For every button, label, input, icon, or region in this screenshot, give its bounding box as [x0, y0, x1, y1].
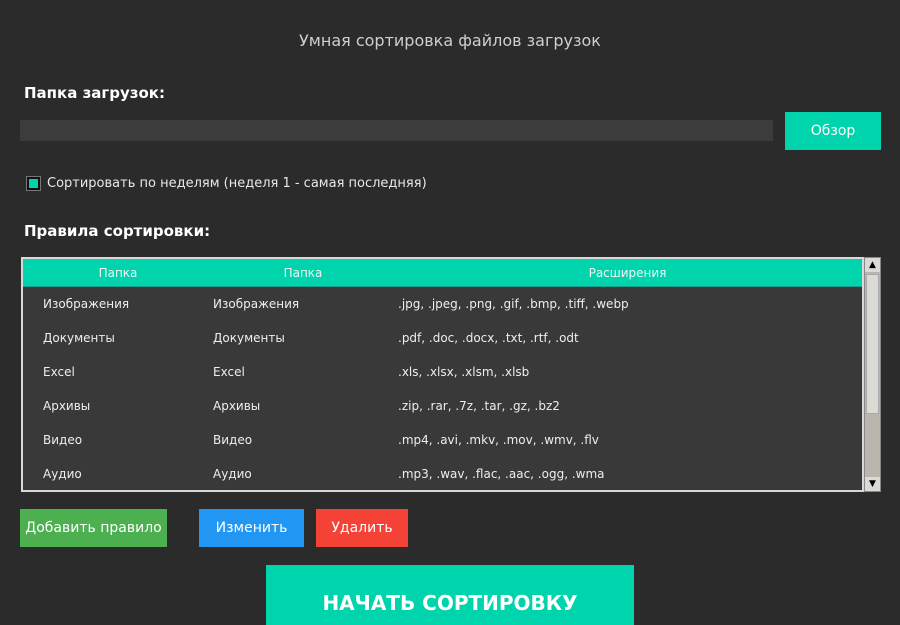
- extensions-cell: .pdf, .doc, .docx, .txt, .rtf, .odt: [398, 331, 579, 345]
- window-title: Умная сортировка файлов загрузок: [299, 31, 601, 50]
- folder-path-input[interactable]: [20, 120, 773, 141]
- extensions-cell: .jpg, .jpeg, .png, .gif, .bmp, .tiff, .w…: [398, 297, 629, 311]
- column-header-extensions[interactable]: Расширения: [393, 266, 862, 280]
- source-folder-cell: Архивы: [43, 399, 91, 413]
- source-folder-cell: Документы: [43, 331, 115, 345]
- browse-button[interactable]: Обзор: [785, 112, 881, 150]
- table-row[interactable]: Excel Excel .xls, .xlsx, .xlsm, .xlsb: [23, 355, 862, 389]
- target-folder-cell: Excel: [213, 365, 245, 379]
- extensions-cell: .zip, .rar, .7z, .tar, .gz, .bz2: [398, 399, 560, 413]
- target-folder-cell: Видео: [213, 433, 253, 447]
- table-scrollbar[interactable]: ▲ ▼: [864, 257, 881, 492]
- rules-label: Правила сортировки:: [24, 222, 211, 240]
- target-folder-cell: Архивы: [213, 399, 261, 413]
- table-header: Папка Папка Расширения: [23, 259, 862, 287]
- table-row[interactable]: Изображения Изображения .jpg, .jpeg, .png,…: [23, 287, 862, 321]
- source-folder-cell: Excel: [43, 365, 75, 379]
- rules-table: Папка Папка Расширения Изображения Изобра…: [21, 257, 864, 492]
- target-folder-cell: Изображения: [213, 297, 300, 311]
- target-folder-cell: Аудио: [213, 467, 252, 481]
- edit-rule-button[interactable]: Изменить: [199, 509, 304, 547]
- table-row[interactable]: Аудио Аудио .mp3, .wav, .flac, .aac, .ogg,…: [23, 457, 862, 490]
- extensions-cell: .mp4, .avi, .mkv, .mov, .wmv, .flv: [398, 433, 599, 447]
- column-header-folder-target[interactable]: Папка: [213, 266, 393, 280]
- table-row[interactable]: Архивы Архивы .zip, .rar, .7z, .tar, .gz, …: [23, 389, 862, 423]
- scroll-up-icon[interactable]: ▲: [865, 258, 880, 272]
- source-folder-cell: Видео: [43, 433, 83, 447]
- table-row[interactable]: Документы Документы .pdf, .doc, .docx, .tx…: [23, 321, 862, 355]
- source-folder-cell: Аудио: [43, 467, 82, 481]
- source-folder-cell: Изображения: [43, 297, 130, 311]
- sort-by-weeks-checkbox[interactable]: [26, 176, 41, 191]
- scroll-down-icon[interactable]: ▼: [865, 477, 880, 491]
- target-folder-cell: Документы: [213, 331, 285, 345]
- column-header-folder[interactable]: Папка: [23, 266, 213, 280]
- scroll-thumb[interactable]: [866, 274, 879, 414]
- add-rule-button[interactable]: Добавить правило: [20, 509, 167, 547]
- sort-by-weeks-label[interactable]: Сортировать по неделям (неделя 1 - самая…: [47, 176, 427, 191]
- delete-rule-button[interactable]: Удалить: [316, 509, 408, 547]
- table-row[interactable]: Видео Видео .mp4, .avi, .mkv, .mov, .wmv, …: [23, 423, 862, 457]
- extensions-cell: .mp3, .wav, .flac, .aac, .ogg, .wma: [398, 467, 605, 481]
- folder-label: Папка загрузок:: [24, 84, 165, 102]
- start-sorting-button[interactable]: НАЧАТЬ СОРТИРОВКУ: [266, 565, 634, 625]
- extensions-cell: .xls, .xlsx, .xlsm, .xlsb: [398, 365, 530, 379]
